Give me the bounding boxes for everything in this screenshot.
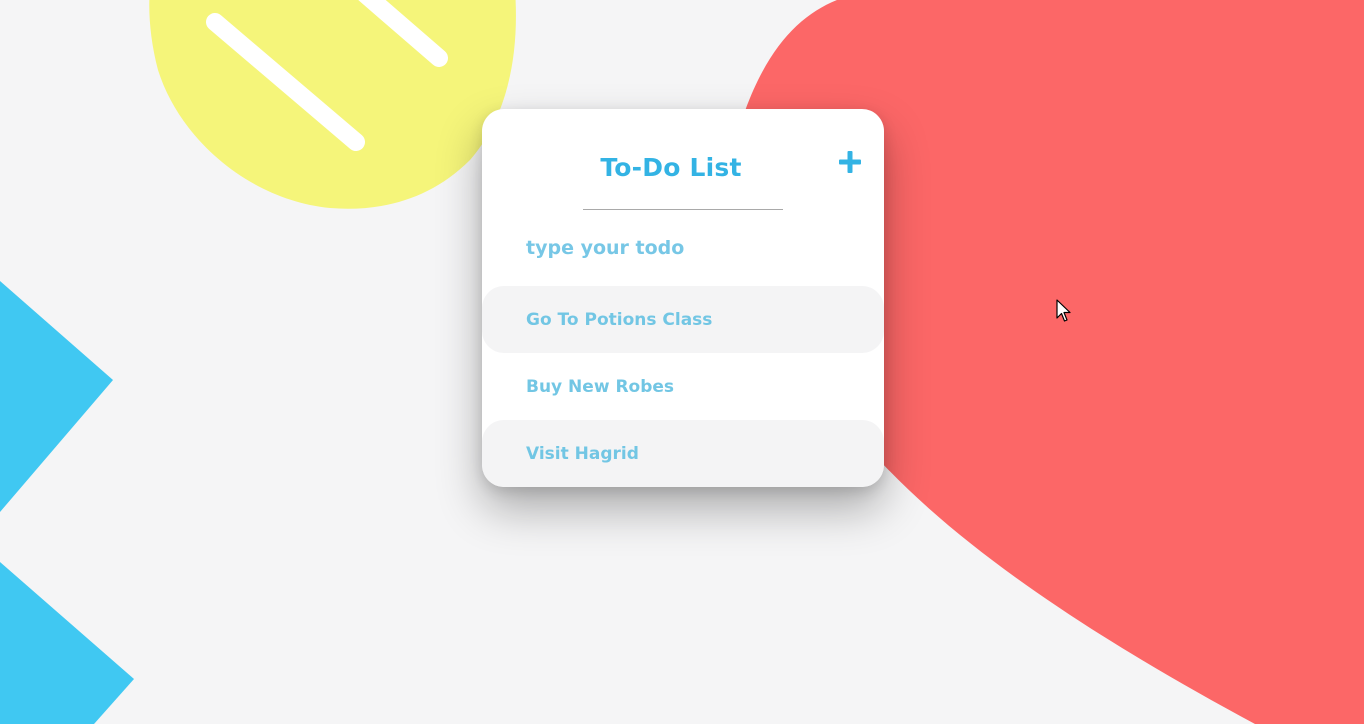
- cyan-shape: [0, 562, 134, 724]
- title-divider: [583, 209, 783, 210]
- yellow-blob: [149, 0, 516, 209]
- page-title: To-Do List: [600, 153, 742, 182]
- todo-item[interactable]: Buy New Robes: [482, 353, 884, 420]
- app-stage: To-Do List Go To Potions Class Buy New R…: [0, 0, 1364, 724]
- cyan-shape: [0, 281, 113, 512]
- card-header: To-Do List: [482, 109, 884, 221]
- todo-input[interactable]: [526, 233, 846, 263]
- todo-card: To-Do List Go To Potions Class Buy New R…: [482, 109, 884, 487]
- mouse-pointer-icon: [1056, 299, 1071, 322]
- plus-icon: [839, 151, 861, 173]
- todo-list: Go To Potions Class Buy New Robes Visit …: [482, 286, 884, 487]
- todo-item[interactable]: Visit Hagrid: [482, 420, 884, 487]
- todo-item[interactable]: Go To Potions Class: [482, 286, 884, 353]
- add-todo-button[interactable]: [833, 145, 867, 179]
